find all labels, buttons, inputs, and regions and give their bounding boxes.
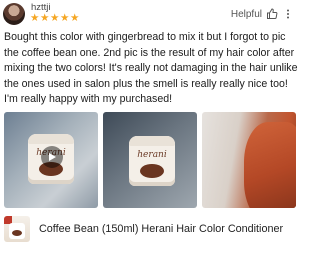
- helpful-label: Helpful: [230, 8, 262, 20]
- product-title: Coffee Bean (150ml) Herani Hair Color Co…: [39, 223, 284, 235]
- avatar[interactable]: [3, 3, 25, 25]
- review-text: Bought this color with gingerbread to mi…: [4, 31, 298, 106]
- review-photo-2[interactable]: herani: [103, 112, 197, 208]
- thumbs-up-icon: [266, 8, 278, 20]
- hair-color-result-image: [244, 122, 296, 208]
- star-rating: ★★★★★: [30, 12, 81, 24]
- play-icon[interactable]: [41, 146, 63, 168]
- review-photo-3[interactable]: [202, 112, 296, 208]
- jar-brand-text: herani: [137, 150, 167, 160]
- product-jar-image: herani: [129, 136, 175, 186]
- review-video-thumbnail[interactable]: herani: [4, 112, 98, 208]
- more-options-icon[interactable]: [282, 8, 294, 20]
- helpful-button[interactable]: Helpful: [231, 8, 294, 20]
- product-link[interactable]: Coffee Bean (150ml) Herani Hair Color Co…: [4, 214, 296, 244]
- review-photos: herani herani: [4, 112, 296, 208]
- product-thumbnail: [4, 216, 30, 242]
